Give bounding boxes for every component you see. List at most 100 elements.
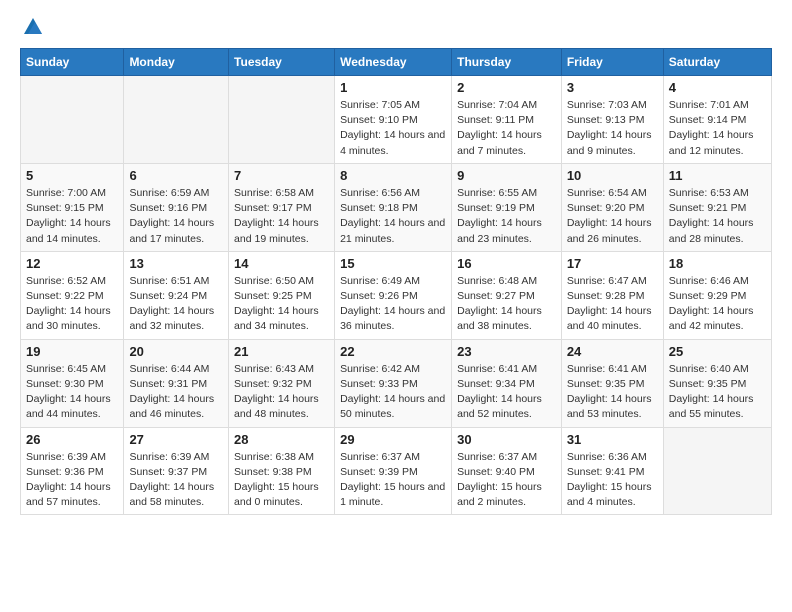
day-number: 15 bbox=[340, 256, 446, 271]
day-number: 30 bbox=[457, 432, 556, 447]
calendar-cell bbox=[21, 76, 124, 164]
col-header-monday: Monday bbox=[124, 49, 229, 76]
day-info: Sunrise: 6:39 AMSunset: 9:37 PMDaylight:… bbox=[129, 450, 223, 511]
calendar-cell bbox=[663, 427, 771, 515]
day-number: 4 bbox=[669, 80, 766, 95]
col-header-wednesday: Wednesday bbox=[335, 49, 452, 76]
day-info: Sunrise: 7:04 AMSunset: 9:11 PMDaylight:… bbox=[457, 98, 556, 159]
day-number: 11 bbox=[669, 168, 766, 183]
day-info: Sunrise: 6:37 AMSunset: 9:39 PMDaylight:… bbox=[340, 450, 446, 511]
day-info: Sunrise: 6:42 AMSunset: 9:33 PMDaylight:… bbox=[340, 362, 446, 423]
calendar-cell: 24 Sunrise: 6:41 AMSunset: 9:35 PMDayligh… bbox=[561, 339, 663, 427]
day-number: 22 bbox=[340, 344, 446, 359]
calendar-cell: 31 Sunrise: 6:36 AMSunset: 9:41 PMDayligh… bbox=[561, 427, 663, 515]
calendar-cell: 3 Sunrise: 7:03 AMSunset: 9:13 PMDaylight… bbox=[561, 76, 663, 164]
day-number: 16 bbox=[457, 256, 556, 271]
calendar-cell: 16Sunrise: 6:48 AMSunset: 9:27 PMDayligh… bbox=[452, 251, 562, 339]
day-info: Sunrise: 6:46 AMSunset: 9:29 PMDaylight:… bbox=[669, 274, 766, 335]
day-info: Sunrise: 7:05 AMSunset: 9:10 PMDaylight:… bbox=[340, 98, 446, 159]
calendar-cell: 14 Sunrise: 6:50 AMSunset: 9:25 PMDayligh… bbox=[229, 251, 335, 339]
day-info: Sunrise: 6:45 AMSunset: 9:30 PMDaylight:… bbox=[26, 362, 118, 423]
day-info: Sunrise: 6:47 AMSunset: 9:28 PMDaylight:… bbox=[567, 274, 658, 335]
day-info: Sunrise: 6:56 AMSunset: 9:18 PMDaylight:… bbox=[340, 186, 446, 247]
calendar-cell: 13 Sunrise: 6:51 AMSunset: 9:24 PMDayligh… bbox=[124, 251, 229, 339]
calendar-cell: 22 Sunrise: 6:42 AMSunset: 9:33 PMDayligh… bbox=[335, 339, 452, 427]
col-header-thursday: Thursday bbox=[452, 49, 562, 76]
calendar-cell: 8Sunrise: 6:56 AMSunset: 9:18 PMDaylight… bbox=[335, 163, 452, 251]
col-header-sunday: Sunday bbox=[21, 49, 124, 76]
day-number: 3 bbox=[567, 80, 658, 95]
day-number: 2 bbox=[457, 80, 556, 95]
day-number: 26 bbox=[26, 432, 118, 447]
day-number: 5 bbox=[26, 168, 118, 183]
calendar-cell: 30 Sunrise: 6:37 AMSunset: 9:40 PMDayligh… bbox=[452, 427, 562, 515]
day-number: 1 bbox=[340, 80, 446, 95]
calendar-cell: 25Sunrise: 6:40 AMSunset: 9:35 PMDayligh… bbox=[663, 339, 771, 427]
calendar-cell: 15 Sunrise: 6:49 AMSunset: 9:26 PMDayligh… bbox=[335, 251, 452, 339]
day-number: 29 bbox=[340, 432, 446, 447]
day-info: Sunrise: 6:53 AMSunset: 9:21 PMDaylight:… bbox=[669, 186, 766, 247]
calendar-cell: 6 Sunrise: 6:59 AMSunset: 9:16 PMDaylight… bbox=[124, 163, 229, 251]
day-number: 31 bbox=[567, 432, 658, 447]
logo bbox=[20, 20, 44, 32]
calendar-cell: 29 Sunrise: 6:37 AMSunset: 9:39 PMDayligh… bbox=[335, 427, 452, 515]
col-header-saturday: Saturday bbox=[663, 49, 771, 76]
day-info: Sunrise: 6:39 AMSunset: 9:36 PMDaylight:… bbox=[26, 450, 118, 511]
calendar-cell: 26 Sunrise: 6:39 AMSunset: 9:36 PMDayligh… bbox=[21, 427, 124, 515]
day-info: Sunrise: 6:58 AMSunset: 9:17 PMDaylight:… bbox=[234, 186, 329, 247]
calendar-cell: 10 Sunrise: 6:54 AMSunset: 9:20 PMDayligh… bbox=[561, 163, 663, 251]
day-number: 23 bbox=[457, 344, 556, 359]
calendar-cell: 7 Sunrise: 6:58 AMSunset: 9:17 PMDaylight… bbox=[229, 163, 335, 251]
calendar-cell bbox=[229, 76, 335, 164]
day-info: Sunrise: 6:59 AMSunset: 9:16 PMDaylight:… bbox=[129, 186, 223, 247]
calendar-cell: 28 Sunrise: 6:38 AMSunset: 9:38 PMDayligh… bbox=[229, 427, 335, 515]
col-header-tuesday: Tuesday bbox=[229, 49, 335, 76]
day-number: 18 bbox=[669, 256, 766, 271]
day-number: 9 bbox=[457, 168, 556, 183]
calendar-cell: 17 Sunrise: 6:47 AMSunset: 9:28 PMDayligh… bbox=[561, 251, 663, 339]
day-info: Sunrise: 6:40 AMSunset: 9:35 PMDaylight:… bbox=[669, 362, 766, 423]
day-info: Sunrise: 6:44 AMSunset: 9:31 PMDaylight:… bbox=[129, 362, 223, 423]
day-number: 6 bbox=[129, 168, 223, 183]
day-number: 14 bbox=[234, 256, 329, 271]
day-info: Sunrise: 6:52 AMSunset: 9:22 PMDaylight:… bbox=[26, 274, 118, 335]
day-info: Sunrise: 6:36 AMSunset: 9:41 PMDaylight:… bbox=[567, 450, 658, 511]
day-number: 20 bbox=[129, 344, 223, 359]
day-info: Sunrise: 7:00 AMSunset: 9:15 PMDaylight:… bbox=[26, 186, 118, 247]
day-number: 12 bbox=[26, 256, 118, 271]
day-info: Sunrise: 6:41 AMSunset: 9:34 PMDaylight:… bbox=[457, 362, 556, 423]
calendar-cell: 27Sunrise: 6:39 AMSunset: 9:37 PMDayligh… bbox=[124, 427, 229, 515]
day-number: 24 bbox=[567, 344, 658, 359]
calendar-cell: 1 Sunrise: 7:05 AMSunset: 9:10 PMDaylight… bbox=[335, 76, 452, 164]
day-info: Sunrise: 6:38 AMSunset: 9:38 PMDaylight:… bbox=[234, 450, 329, 511]
day-info: Sunrise: 6:41 AMSunset: 9:35 PMDaylight:… bbox=[567, 362, 658, 423]
calendar-cell: 18 Sunrise: 6:46 AMSunset: 9:29 PMDayligh… bbox=[663, 251, 771, 339]
day-info: Sunrise: 6:37 AMSunset: 9:40 PMDaylight:… bbox=[457, 450, 556, 511]
calendar-cell: 20 Sunrise: 6:44 AMSunset: 9:31 PMDayligh… bbox=[124, 339, 229, 427]
day-number: 17 bbox=[567, 256, 658, 271]
calendar-cell: 5 Sunrise: 7:00 AMSunset: 9:15 PMDaylight… bbox=[21, 163, 124, 251]
day-info: Sunrise: 6:51 AMSunset: 9:24 PMDaylight:… bbox=[129, 274, 223, 335]
day-number: 10 bbox=[567, 168, 658, 183]
day-info: Sunrise: 6:49 AMSunset: 9:26 PMDaylight:… bbox=[340, 274, 446, 335]
day-info: Sunrise: 6:54 AMSunset: 9:20 PMDaylight:… bbox=[567, 186, 658, 247]
calendar-cell: 23 Sunrise: 6:41 AMSunset: 9:34 PMDayligh… bbox=[452, 339, 562, 427]
day-number: 21 bbox=[234, 344, 329, 359]
day-info: Sunrise: 6:43 AMSunset: 9:32 PMDaylight:… bbox=[234, 362, 329, 423]
day-info: Sunrise: 7:03 AMSunset: 9:13 PMDaylight:… bbox=[567, 98, 658, 159]
day-number: 28 bbox=[234, 432, 329, 447]
col-header-friday: Friday bbox=[561, 49, 663, 76]
calendar-cell: 4 Sunrise: 7:01 AMSunset: 9:14 PMDaylight… bbox=[663, 76, 771, 164]
logo-icon bbox=[22, 16, 44, 36]
day-info: Sunrise: 6:55 AMSunset: 9:19 PMDaylight:… bbox=[457, 186, 556, 247]
calendar-table: SundayMondayTuesdayWednesdayThursdayFrid… bbox=[20, 48, 772, 515]
calendar-cell bbox=[124, 76, 229, 164]
day-info: Sunrise: 6:50 AMSunset: 9:25 PMDaylight:… bbox=[234, 274, 329, 335]
day-number: 7 bbox=[234, 168, 329, 183]
day-number: 13 bbox=[129, 256, 223, 271]
calendar-cell: 19 Sunrise: 6:45 AMSunset: 9:30 PMDayligh… bbox=[21, 339, 124, 427]
calendar-cell: 11 Sunrise: 6:53 AMSunset: 9:21 PMDayligh… bbox=[663, 163, 771, 251]
day-info: Sunrise: 7:01 AMSunset: 9:14 PMDaylight:… bbox=[669, 98, 766, 159]
day-number: 19 bbox=[26, 344, 118, 359]
calendar-cell: 21 Sunrise: 6:43 AMSunset: 9:32 PMDayligh… bbox=[229, 339, 335, 427]
